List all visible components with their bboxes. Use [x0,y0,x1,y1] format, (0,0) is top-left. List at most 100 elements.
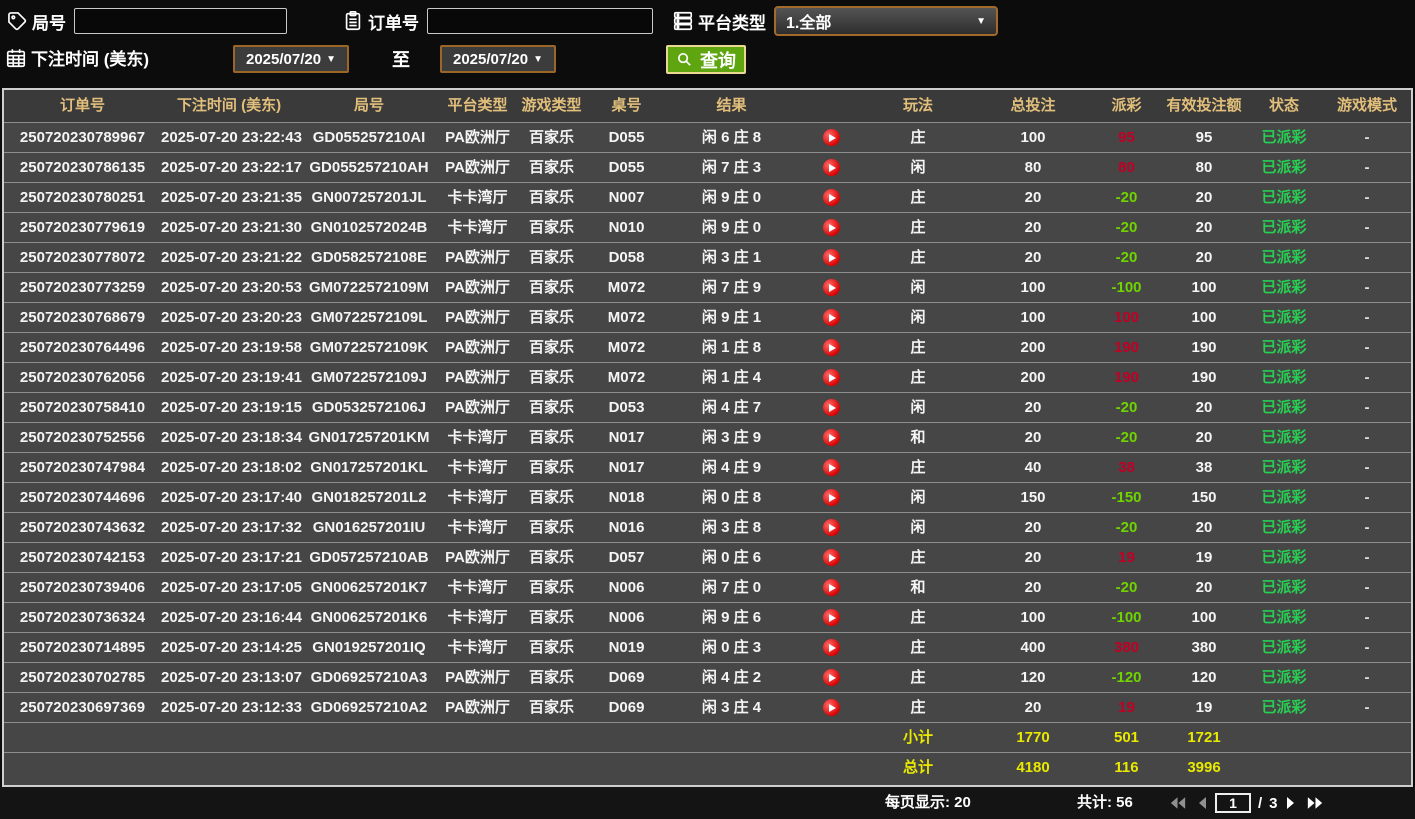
cell-total-bet: 120 [1020,669,1046,686]
cell-game-mode: - [1364,639,1370,656]
cell-round-number: GM0722572109J [311,369,427,386]
cell-platform-type: 卡卡湾厅 [447,489,508,506]
date-to-value: 2025/07/20 [453,50,529,68]
cell-round-number: GD069257210A2 [310,699,428,716]
play-icon[interactable] [823,699,840,716]
cell-order-number: 250720230702785 [19,669,146,686]
cell-bet-time: 2025-07-20 23:19:41 [161,369,302,386]
cell-table-number: N006 [608,579,645,596]
cell-game-mode: - [1364,159,1370,176]
cell-total-bet: 100 [1020,609,1046,626]
tag-icon [6,10,28,32]
cell-valid-bet: 20 [1195,519,1213,536]
cell-payout: -100 [1111,609,1142,626]
chevron-down-icon: ▼ [976,15,986,27]
play-icon[interactable] [823,519,840,536]
play-icon[interactable] [823,189,840,206]
next-page-button[interactable] [1285,795,1298,811]
cell-valid-bet: 20 [1195,189,1213,206]
cell-table-number: D053 [608,399,645,416]
table-row: 250720230764496 2025-07-20 23:19:58 GM07… [4,333,1411,363]
page-separator: / [1258,794,1263,812]
cell-game-mode: - [1364,669,1370,686]
play-icon[interactable] [823,399,840,416]
page-number-input[interactable] [1215,793,1251,813]
play-icon[interactable] [823,429,840,446]
play-icon[interactable] [823,549,840,566]
cell-replay [799,513,864,542]
cell-replay [799,363,864,392]
cell-game-type: 百家乐 [528,699,574,716]
header-cell: 状态 [1268,97,1299,114]
round-input[interactable] [74,8,287,34]
cell-play-type: 庄 [910,219,926,236]
table-row: 250720230743632 2025-07-20 23:17:32 GN01… [4,513,1411,543]
search-button[interactable]: 查询 [666,45,746,74]
cell-play-type: 和 [910,579,926,596]
cell-status: 已派彩 [1261,639,1307,656]
play-icon[interactable] [823,579,840,596]
play-icon[interactable] [823,219,840,236]
cell-game-mode: - [1364,429,1370,446]
cell-table-number: D058 [608,249,645,266]
cell-result: 闲 7 庄 0 [701,579,762,596]
play-icon[interactable] [823,639,840,656]
play-icon[interactable] [823,339,840,356]
header-cell: 桌号 [611,97,642,114]
calendar-icon [5,47,27,69]
cell-replay [799,303,864,332]
cell-table-number: N010 [608,219,645,236]
last-page-button[interactable] [1305,795,1325,811]
cell-game-mode: - [1364,609,1370,626]
cell-game-type: 百家乐 [528,669,574,686]
cell-platform-type: 卡卡湾厅 [447,189,508,206]
play-icon[interactable] [823,369,840,386]
cell-play-type: 闲 [910,309,926,326]
cell-play-type: 庄 [910,549,926,566]
cell-payout: -150 [1111,489,1142,506]
cell-platform-type: 卡卡湾厅 [447,429,508,446]
cell-game-mode: - [1364,309,1370,326]
cell-order-number: 250720230744696 [19,489,146,506]
cell-total-bet: 100 [1020,309,1046,326]
play-icon[interactable] [823,279,840,296]
play-icon[interactable] [823,159,840,176]
cell-replay [799,663,864,692]
play-icon[interactable] [823,489,840,506]
cell-play-type: 闲 [910,279,926,296]
cell-payout: 19 [1118,549,1135,566]
cell-game-mode: - [1364,129,1370,146]
cell-replay [799,123,864,152]
cell-platform-type: PA欧洲厅 [445,309,510,326]
cell-platform-type: PA欧洲厅 [445,249,510,266]
cell-round-number: GN006257201K6 [310,609,428,626]
cell-result: 闲 0 庄 8 [701,489,762,506]
play-icon[interactable] [823,669,840,686]
cell-status: 已派彩 [1261,219,1307,236]
play-icon[interactable] [823,129,840,146]
table-row: 250720230789967 2025-07-20 23:22:43 GD05… [4,123,1411,153]
cell-game-mode: - [1364,369,1370,386]
play-icon[interactable] [823,609,840,626]
play-icon[interactable] [823,309,840,326]
first-page-button[interactable] [1168,795,1188,811]
grand-total-payout: 116 [1114,759,1139,776]
cell-round-number: GD0532572106J [311,399,427,416]
cell-play-type: 庄 [910,699,926,716]
cell-total-bet: 20 [1024,219,1042,236]
play-icon[interactable] [823,459,840,476]
total-count-label: 共计: 56 [1077,794,1133,811]
cell-order-number: 250720230786135 [19,159,146,176]
date-to-picker[interactable]: 2025/07/20 ▼ [440,45,556,73]
previous-page-button[interactable] [1195,795,1208,811]
platform-select[interactable]: 1.全部 ▼ [774,6,998,36]
date-from-picker[interactable]: 2025/07/20 ▼ [233,45,349,73]
cell-order-number: 250720230762056 [19,369,146,386]
order-input[interactable] [427,8,653,34]
table-header-row: 订单号 下注时间 (美东) 局号 平台类型 游戏类型 桌号 结果 玩法 总投注 派彩 有效投注额 状态… [4,90,1411,123]
cell-game-type: 百家乐 [528,489,574,506]
cell-play-type: 庄 [910,129,926,146]
play-icon[interactable] [823,249,840,266]
header-cell: 派彩 [1111,97,1142,114]
cell-valid-bet: 20 [1195,429,1213,446]
